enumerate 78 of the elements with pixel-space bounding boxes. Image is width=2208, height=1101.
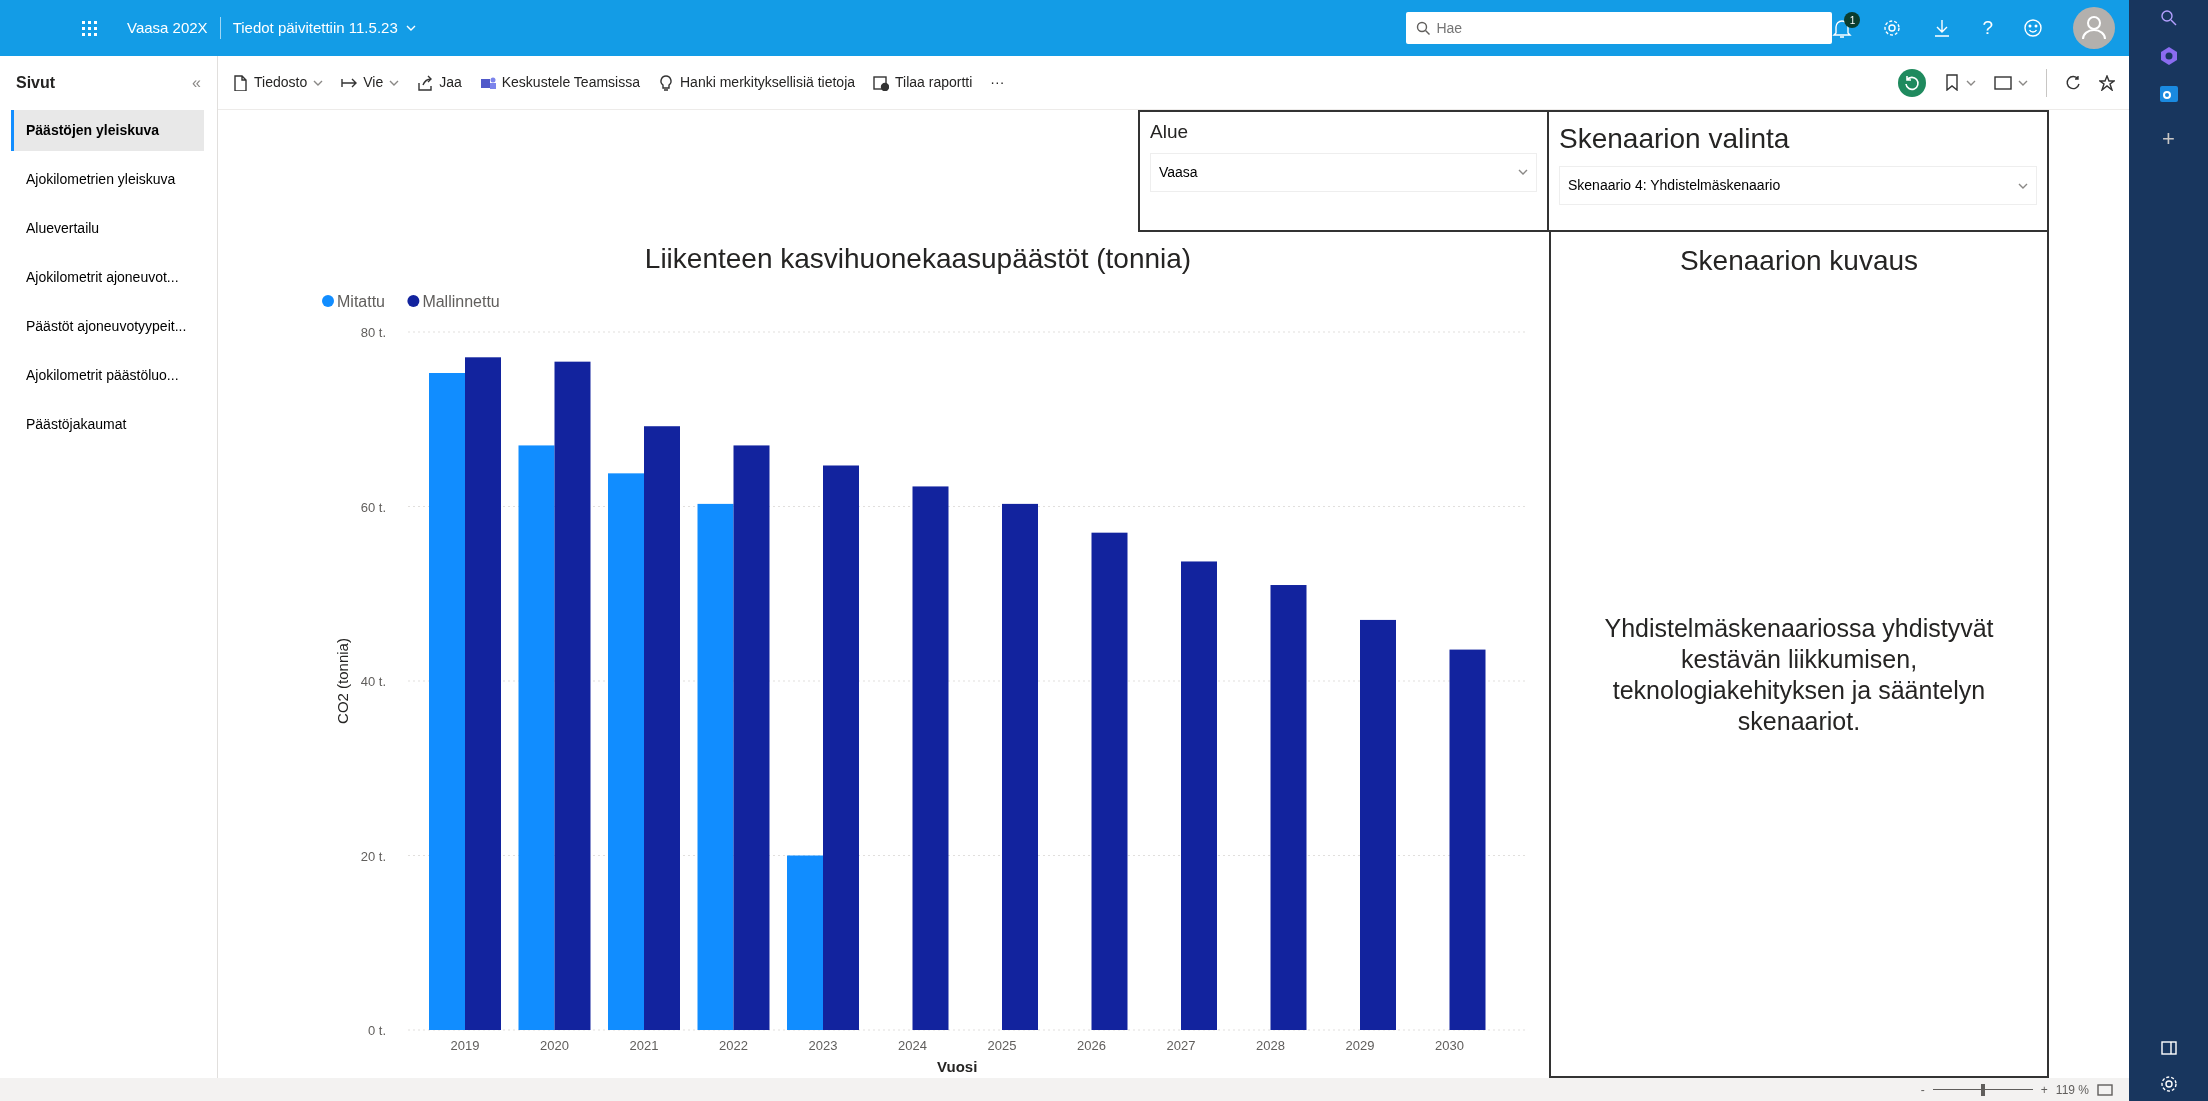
- y-axis-label: 20 t.: [360, 848, 386, 864]
- window-icon: [1994, 74, 2012, 91]
- fit-page-icon[interactable]: [2097, 1082, 2113, 1097]
- app-launcher-icon[interactable]: [82, 20, 97, 36]
- page-tab[interactable]: Päästöjakaumat: [11, 404, 204, 445]
- page-tab[interactable]: Ajokilometrien yleiskuva: [11, 159, 204, 200]
- share-icon: [417, 74, 434, 91]
- star-icon[interactable]: [2099, 74, 2115, 91]
- slicer-title: Alue: [1150, 120, 1190, 144]
- page-tab[interactable]: Ajokilometrit ajoneuvot...: [11, 257, 204, 298]
- x-axis-label: 2023: [808, 1038, 838, 1053]
- x-axis-title: Vuosi: [937, 1058, 978, 1075]
- avatar[interactable]: [2073, 7, 2115, 49]
- collapse-button[interactable]: «: [192, 71, 201, 95]
- x-axis-label: 2025: [987, 1038, 1017, 1053]
- add-button[interactable]: +: [2162, 122, 2175, 155]
- dropdown[interactable]: Vaasa: [1150, 152, 1537, 192]
- x-axis-label: 2028: [1256, 1038, 1285, 1053]
- smiley-icon[interactable]: [2023, 18, 2043, 38]
- chevron-down-icon: [1518, 168, 1528, 176]
- chart-title: Liikenteen kasvihuonekaasupäästöt (tonnia): [644, 243, 1192, 274]
- notification-count: 1: [1844, 12, 1861, 28]
- y-axis-label: 0 t.: [367, 1023, 386, 1038]
- description-text: Yhdistelmäskenaariossa yhdistyvät kestävän liikkumisen, teknologiakehityksen ja sääntelyn skenaariot.: [1603, 612, 1995, 738]
- more-button[interactable]: ···: [990, 70, 1005, 95]
- chevron-down-icon: [313, 78, 324, 87]
- x-axis-label: 2030: [1435, 1038, 1464, 1053]
- reset-icon[interactable]: [1898, 68, 1926, 97]
- search-icon: [1416, 21, 1431, 35]
- slicer-title: Skenaarion valinta: [1559, 122, 1791, 156]
- x-axis-label: 2021: [629, 1038, 659, 1053]
- description-title: Skenaarion kuvaus: [1679, 244, 1919, 278]
- x-axis-label: 2020: [540, 1038, 569, 1053]
- page-tab[interactable]: Päästöjen yleiskuva: [11, 110, 204, 151]
- zoom-slider[interactable]: [1932, 1083, 2033, 1096]
- lightbulb-icon: [658, 74, 674, 91]
- toolbar-button[interactable]: Keskustele Teamsissa: [479, 70, 640, 95]
- x-axis-label: 2024: [898, 1038, 927, 1053]
- toolbar-button[interactable]: Hanki merkityksellisiä tietoja: [658, 70, 856, 95]
- toolbar-button[interactable]: Tilaa raportti: [873, 70, 973, 95]
- bookmark-icon: [1944, 74, 1960, 91]
- subscribe-icon: [873, 74, 890, 91]
- page-tab[interactable]: Päästöt ajoneuvotyypeit...: [11, 306, 204, 347]
- dropdown[interactable]: Skenaario 4: Yhdistelmäskenaario: [1559, 166, 2037, 205]
- settings-icon[interactable]: [2159, 1075, 2178, 1093]
- legend-label: Mitattu: [337, 293, 385, 310]
- y-axis-label: 40 t.: [360, 674, 386, 689]
- chevron-down-icon: [389, 78, 400, 87]
- toolbar-button[interactable]: Jaa: [417, 70, 462, 95]
- page-tab[interactable]: Ajokilometrit päästöluo...: [11, 355, 204, 396]
- y-axis-title: CO2 (tonnia): [334, 638, 351, 724]
- slider-thumb[interactable]: [1980, 1083, 1985, 1096]
- chevron-down-icon: [2018, 78, 2028, 87]
- y-axis-label: 80 t.: [360, 325, 386, 340]
- x-axis-label: 2019: [450, 1038, 480, 1053]
- search-field[interactable]: Hae: [1406, 12, 1833, 44]
- x-axis-label: 2029: [1345, 1038, 1375, 1053]
- toolbar-button[interactable]: Tiedosto: [232, 70, 324, 95]
- document-icon: [232, 74, 248, 91]
- x-axis-label: 2026: [1077, 1038, 1106, 1053]
- y-axis-label: 60 t.: [360, 499, 386, 515]
- chevron-down-icon: [405, 24, 416, 32]
- x-axis-label: 2022: [719, 1038, 748, 1053]
- search-icon[interactable]: [2158, 8, 2179, 28]
- zoom-in-button[interactable]: +: [2040, 1080, 2048, 1099]
- chevron-down-icon: [1966, 78, 1976, 87]
- side-panel-icon[interactable]: [2159, 1039, 2178, 1057]
- legend-label: Mallinnettu: [422, 293, 500, 310]
- bookmark-menu[interactable]: [1944, 72, 1976, 93]
- pages-title: Sivut: [16, 73, 56, 93]
- page-tab[interactable]: Aluevertailu: [11, 208, 204, 249]
- zoom-level: 119 %: [2055, 1081, 2089, 1099]
- bell-icon[interactable]: [1832, 18, 1853, 38]
- refresh-icon[interactable]: [2065, 74, 2081, 91]
- toolbar-button[interactable]: Vie: [341, 70, 400, 95]
- zoom-out-button[interactable]: -: [1920, 1080, 1925, 1099]
- chevron-down-icon: [2018, 181, 2028, 190]
- x-axis-label: 2027: [1166, 1038, 1196, 1053]
